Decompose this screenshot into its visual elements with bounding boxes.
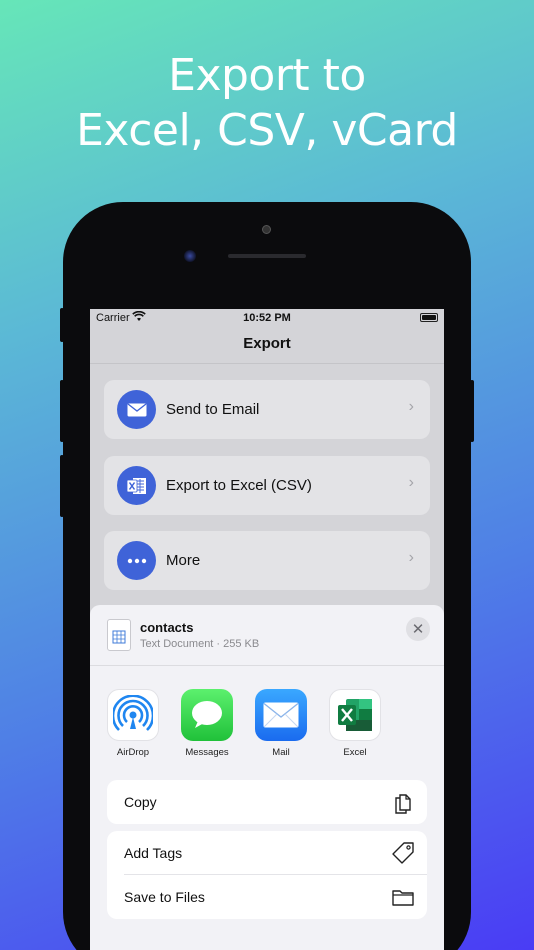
action-save-to-files[interactable]: Save to Files [107,875,427,919]
nav-divider [90,363,444,364]
messages-icon [181,689,233,741]
spreadsheet-doc-icon [107,619,131,651]
menu-label: Send to Email [166,401,260,418]
app-label: Excel [343,747,367,758]
sensor-lens [184,250,196,262]
share-app-airdrop[interactable]: AirDrop [107,689,159,758]
menu-send-email[interactable]: Send to Email › [104,380,430,439]
phone-screen: Carrier 10:52 PM Export Send to Email › [90,309,444,950]
promo-line-2: Excel, CSV, vCard [76,105,458,156]
share-app-messages[interactable]: Messages [181,689,233,758]
action-label: Add Tags [124,845,183,861]
file-name: contacts [140,620,194,635]
sheet-divider [90,665,444,666]
file-meta: Text Document · 255 KB [140,638,260,650]
copy-icon [391,790,415,814]
tag-icon [391,841,415,865]
app-label: Mail [272,747,290,758]
app-label: Messages [185,747,229,758]
action-label: Save to Files [124,889,205,905]
action-add-tags[interactable]: Add Tags [107,831,427,875]
menu-label: More [166,552,201,569]
share-sheet: contacts Text Document · 255 KB ✕ AirDro… [90,605,444,950]
action-group-files: Add Tags Save to Files [107,831,427,919]
menu-label: Export to Excel (CSV) [166,477,312,494]
chevron-right-icon: › [408,474,414,491]
clock: 10:52 PM [243,312,291,324]
nav-title: Export [243,335,291,352]
share-app-mail[interactable]: Mail [255,689,307,758]
chevron-right-icon: › [408,398,414,415]
airdrop-icon [107,689,159,741]
excel-icon [329,689,381,741]
mail-icon [255,689,307,741]
app-label: AirDrop [116,747,150,758]
menu-export-excel[interactable]: Export to Excel (CSV) › [104,456,430,515]
ellipsis-icon [117,541,156,580]
promo-headline: Export to Excel, CSV, vCard [0,48,534,158]
promo-line-1: Export to [168,50,366,101]
action-group-copy: Copy [107,780,427,824]
chevron-right-icon: › [408,549,414,566]
share-app-excel[interactable]: Excel [329,689,381,758]
earpiece-speaker [228,254,306,258]
envelope-icon [117,390,156,429]
excel-doc-icon [117,466,156,505]
battery-icon [420,313,438,322]
close-icon[interactable]: ✕ [406,617,430,641]
status-bar: Carrier 10:52 PM [90,309,444,327]
front-camera [262,225,271,234]
action-copy[interactable]: Copy [107,780,427,824]
action-label: Copy [124,794,157,810]
folder-icon [391,885,415,909]
menu-more[interactable]: More › [104,531,430,590]
